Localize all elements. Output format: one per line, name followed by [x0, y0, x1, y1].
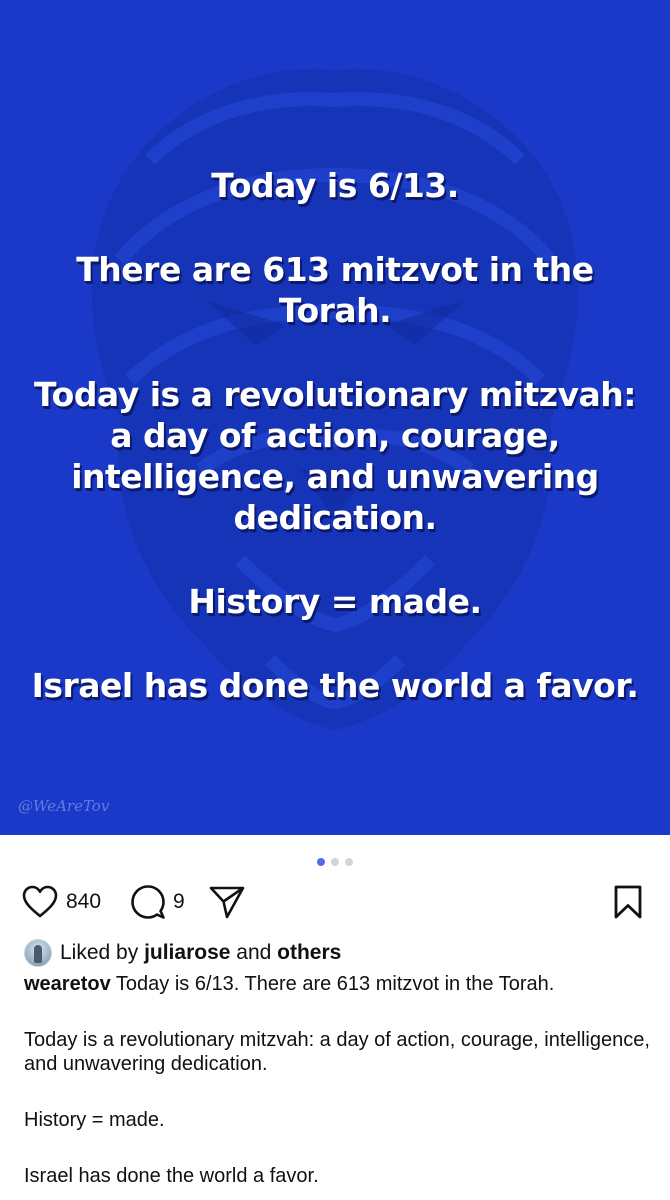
- like-action: 840: [22, 882, 101, 922]
- comment-count[interactable]: 9: [173, 890, 185, 914]
- caption-paragraph-4: Israel has done the world a favor.: [24, 1165, 319, 1187]
- post-image[interactable]: Today is 6/13. There are 613 mitzvot in …: [0, 0, 670, 835]
- bookmark-icon[interactable]: [612, 884, 644, 920]
- image-line-mitzvot: There are 613 mitzvot in the Torah.: [76, 250, 594, 330]
- avatar[interactable]: [24, 939, 52, 967]
- caption-paragraph-3: History = made.: [24, 1109, 165, 1131]
- image-watermark-credit: @WeAreTov: [18, 797, 110, 815]
- carousel-dot-1: [317, 858, 325, 866]
- image-line-history: History = made.: [188, 582, 482, 621]
- liked-by-user[interactable]: juliarose: [144, 941, 230, 965]
- save-action: [612, 882, 644, 922]
- image-line-israel: Israel has done the world a favor.: [31, 666, 639, 705]
- post-caption: wearetov Today is 6/13. There are 613 mi…: [24, 972, 654, 1188]
- liked-by-row[interactable]: Liked by juliarose and others: [24, 938, 341, 968]
- caption-paragraph-2: Today is a revolutionary mitzvah: a day …: [24, 1029, 650, 1075]
- comment-icon[interactable]: [130, 884, 166, 920]
- share-action: [208, 882, 246, 922]
- image-line-date: Today is 6/13.: [211, 166, 459, 205]
- like-count[interactable]: 840: [66, 890, 101, 914]
- post-image-text: Today is 6/13. There are 613 mitzvot in …: [0, 165, 670, 706]
- post-actions-bar: 840 9: [0, 882, 670, 922]
- heart-icon[interactable]: [22, 885, 58, 919]
- caption-line-1: Today is 6/13. There are 613 mitzvot in …: [110, 973, 555, 995]
- carousel-indicator: [0, 853, 670, 866]
- liked-by-middle: and: [230, 941, 278, 964]
- carousel-dot-2: [331, 858, 339, 866]
- comment-action: 9: [130, 882, 185, 922]
- caption-username[interactable]: wearetov: [24, 973, 111, 995]
- liked-by-others[interactable]: others: [277, 941, 341, 965]
- carousel-dot-3: [345, 858, 353, 866]
- liked-by-prefix: Liked by: [60, 941, 145, 964]
- image-line-revolutionary: Today is a revolutionary mitzvah: a day …: [34, 375, 636, 537]
- share-icon[interactable]: [208, 884, 246, 920]
